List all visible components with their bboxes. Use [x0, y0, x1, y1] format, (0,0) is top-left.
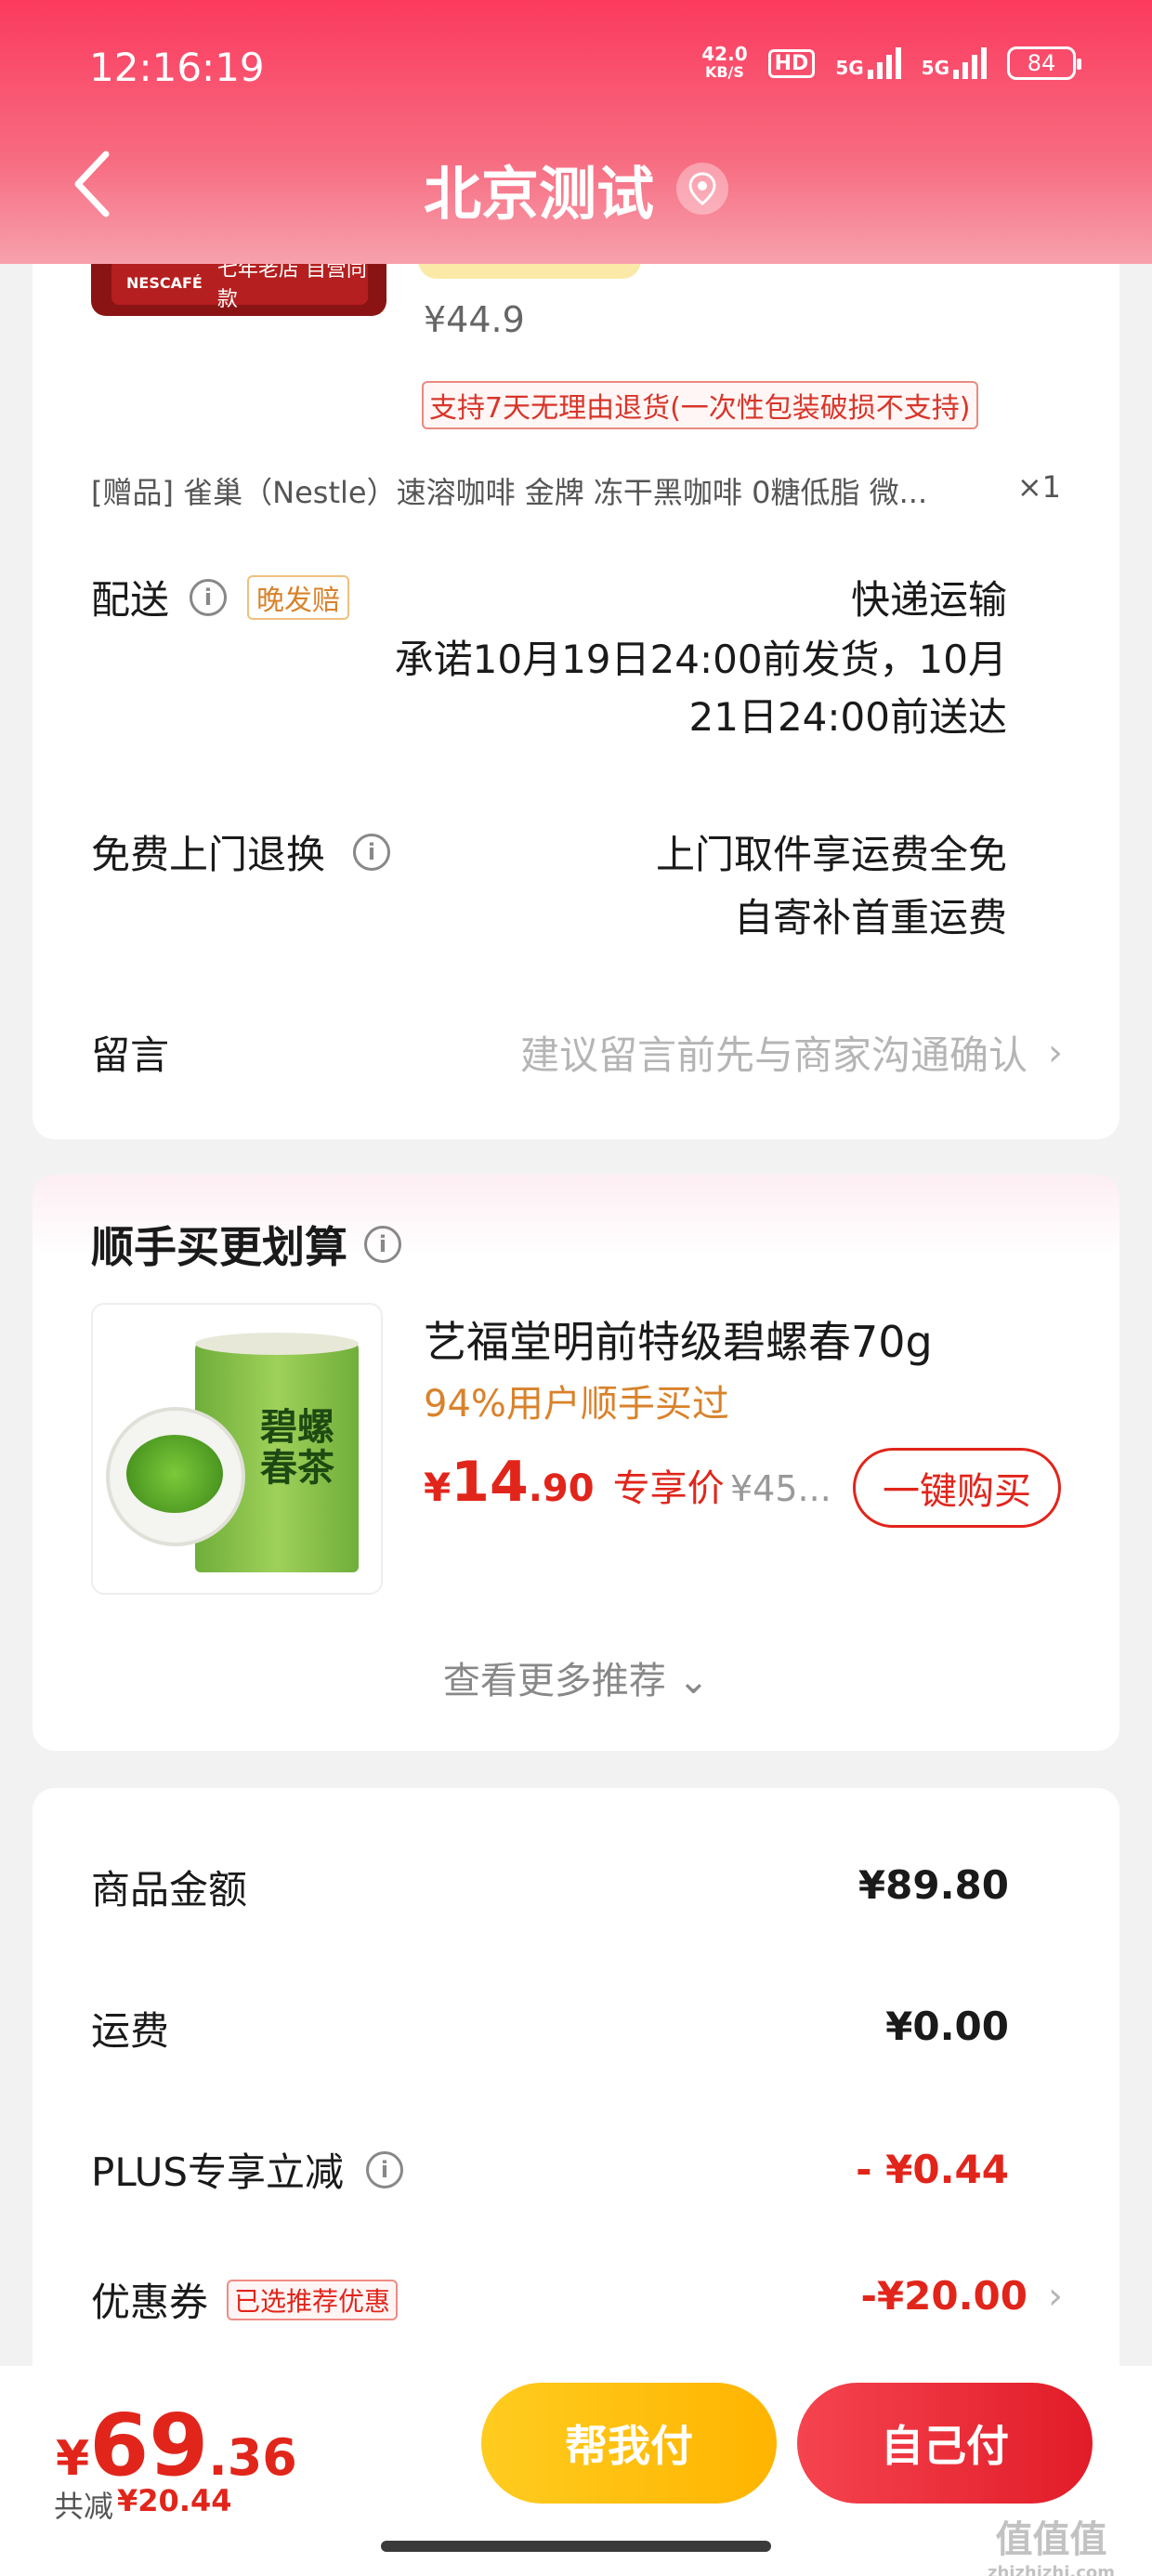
- home-indicator[interactable]: [381, 2541, 771, 2552]
- one-click-buy-button[interactable]: 一键购买: [853, 1448, 1061, 1528]
- summary-coupon-value: -¥20.00: [860, 2273, 1028, 2319]
- page-title: 北京测试: [423, 160, 654, 228]
- status-icons: 42.0 KB/S HD 5G 5G 84: [701, 45, 1081, 82]
- network-speed-value: 42.0: [701, 43, 748, 65]
- message-input[interactable]: 建议留言前先与商家沟通确认 ›: [520, 1024, 1063, 1081]
- summary-plus-row: PLUS专享立减 i: [91, 2141, 404, 2198]
- brand-logo: NESCAFÉ: [126, 273, 203, 292]
- total-price: ¥ 69 .36: [56, 2396, 297, 2495]
- summary-plus-value: - ¥0.44: [856, 2147, 1009, 2192]
- free-return-label: 免费上门退换: [91, 832, 326, 877]
- info-icon[interactable]: i: [366, 2150, 404, 2188]
- price-symbol: ¥: [424, 1465, 452, 1510]
- site-watermark: 值值值 zhizhizhi.com: [988, 2509, 1115, 2576]
- delivery-method: 快递运输: [850, 577, 1007, 623]
- recommend-product-name[interactable]: 艺福堂明前特级碧螺春70g: [424, 1308, 933, 1370]
- self-pay-button[interactable]: 自己付: [797, 2383, 1093, 2504]
- tea-can-label: 碧螺春茶: [260, 1406, 334, 1490]
- total-integer: 69: [89, 2396, 209, 2495]
- summary-plus-label: PLUS专享立减: [91, 2149, 345, 2195]
- recommend-original-price: ¥45...: [730, 1468, 831, 1509]
- recommend-title: 顺手买更划算: [91, 1222, 347, 1272]
- location-pin-icon[interactable]: [676, 163, 728, 215]
- summary-coupon-value-wrap[interactable]: -¥20.00 ›: [860, 2273, 1063, 2319]
- recommend-header: 顺手买更划算 i: [91, 1214, 401, 1275]
- info-icon[interactable]: i: [364, 1226, 401, 1263]
- signal-label: 5G: [921, 57, 949, 79]
- summary-goods-value: ¥89.80: [857, 1862, 1009, 1908]
- summary-goods-label: 商品金额: [91, 1867, 248, 1912]
- delivery-promise-line1: 承诺10月19日24:00前发货，10月: [394, 637, 1007, 682]
- watermark-main: 值值值: [995, 2518, 1107, 2561]
- tea-can-lid: [195, 1333, 359, 1355]
- network-speed: 42.0 KB/S: [701, 45, 747, 82]
- summary-shipping-label: 运费: [91, 2008, 170, 2054]
- recommend-product-subtitle: 94%用户顺手买过: [424, 1383, 729, 1426]
- watermark-sub: zhizhizhi.com: [987, 2563, 1115, 2576]
- status-time: 12:16:19: [89, 45, 265, 90]
- header-title-area[interactable]: 北京测试: [0, 147, 1152, 230]
- price-decimal: .90: [528, 1467, 595, 1510]
- late-compensation-tag: 晚发赔: [247, 574, 350, 620]
- tea-leaves-graphic: [126, 1435, 223, 1513]
- signal-icon: 5G: [922, 47, 987, 79]
- recommend-price: ¥ 14 .90 专享价: [424, 1450, 725, 1515]
- saved-value: ¥20.44: [117, 2483, 232, 2518]
- summary-coupon-row[interactable]: 优惠券 已选推荐优惠: [91, 2271, 399, 2328]
- product-price: ¥44.9: [424, 299, 525, 340]
- total-decimal: .36: [208, 2428, 297, 2487]
- product-image-banner: NESCAFÉ 七年老店 自营同款: [111, 258, 368, 311]
- signal-icon: 5G: [835, 47, 901, 79]
- coupon-recommend-tag: 已选推荐优惠: [227, 2279, 399, 2320]
- delivery-promise-line2: 21日24:00前送达: [688, 694, 1007, 740]
- help-pay-button[interactable]: 帮我付: [481, 2383, 777, 2504]
- battery-icon: 84: [1007, 46, 1081, 80]
- gift-item-text: [赠品] 雀巢（Nestle）速溶咖啡 金牌 冻干黑咖啡 0糖低脂 微...: [91, 475, 928, 510]
- free-return-line1: 上门取件享运费全免: [655, 832, 1007, 877]
- info-icon[interactable]: i: [190, 578, 228, 616]
- price-integer: 14: [451, 1450, 529, 1515]
- top-header: 12:16:19 42.0 KB/S HD 5G 5G 84 北京测试: [0, 0, 1152, 264]
- see-more-recommendations[interactable]: 查看更多推荐 ⌄: [33, 1650, 1119, 1704]
- gift-item-qty: ×1: [1016, 469, 1061, 505]
- recommend-product-image[interactable]: 碧螺春茶: [91, 1303, 383, 1595]
- free-return-row: 免费上门退换 i: [91, 823, 391, 880]
- total-saved: 共减 ¥20.44: [54, 2483, 232, 2526]
- free-return-line2: 自寄补首重运费: [733, 895, 1007, 940]
- delivery-label: 配送: [91, 577, 170, 623]
- summary-shipping-value: ¥0.00: [885, 2004, 1009, 2049]
- hd-icon: HD: [767, 48, 816, 78]
- message-placeholder: 建议留言前先与商家沟通确认: [519, 1032, 1028, 1078]
- message-label: 留言: [91, 1032, 170, 1078]
- chevron-right-icon: ›: [1048, 1031, 1063, 1074]
- signal-label: 5G: [835, 57, 864, 79]
- chevron-right-icon: ›: [1048, 2274, 1063, 2318]
- total-symbol: ¥: [56, 2431, 90, 2487]
- delivery-row: 配送 i 晚发赔: [91, 569, 350, 625]
- price-label: 专享价: [612, 1467, 725, 1510]
- gift-item-row[interactable]: [赠品] 雀巢（Nestle）速溶咖啡 金牌 冻干黑咖啡 0糖低脂 微... ×…: [91, 469, 1061, 512]
- network-speed-unit: KB/S: [704, 63, 744, 81]
- summary-coupon-label: 优惠券: [91, 2280, 209, 2325]
- saved-label: 共减: [54, 2489, 114, 2524]
- return-policy-tag: 支持7天无理由退货(一次性包装破损不支持): [422, 381, 978, 429]
